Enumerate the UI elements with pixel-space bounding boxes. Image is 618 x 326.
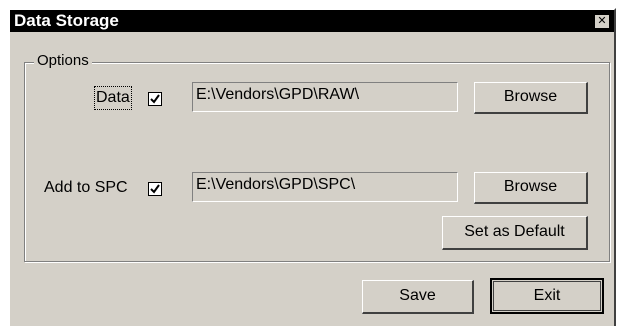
set-as-default-button[interactable]: Set as Default (442, 216, 588, 250)
spc-path-field[interactable]: E:\Vendors\GPD\SPC\ (192, 172, 458, 202)
window-title: Data Storage (14, 11, 119, 30)
spc-checkbox[interactable] (148, 182, 162, 196)
exit-button[interactable]: Exit (490, 278, 604, 314)
options-group-label: Options (34, 52, 92, 70)
data-browse-button[interactable]: Browse (474, 82, 588, 114)
data-path-field[interactable]: E:\Vendors\GPD\RAW\ (192, 82, 458, 112)
checkmark-icon (150, 94, 160, 104)
data-label: Data (94, 86, 132, 110)
data-storage-dialog: Data Storage ✕ Options Data E:\Vendors\G… (8, 8, 616, 326)
spc-browse-button[interactable]: Browse (474, 172, 588, 204)
title-bar: Data Storage ✕ (10, 10, 614, 32)
close-icon[interactable]: ✕ (594, 14, 610, 29)
checkmark-icon (150, 184, 160, 194)
add-to-spc-label: Add to SPC (44, 179, 128, 196)
save-button[interactable]: Save (362, 280, 474, 314)
data-checkbox[interactable] (148, 92, 162, 106)
